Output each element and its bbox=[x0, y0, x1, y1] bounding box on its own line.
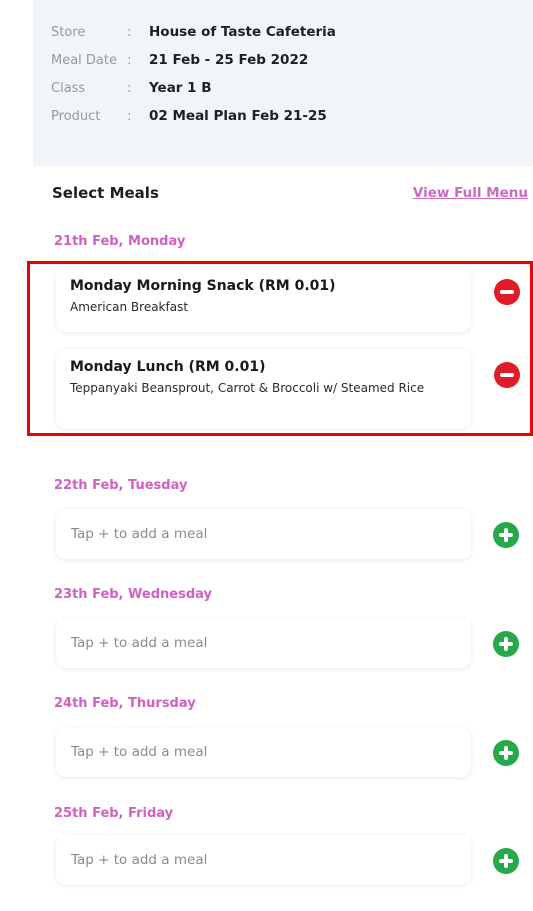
meal-date-row: Meal Date : 21 Feb - 25 Feb 2022 bbox=[51, 49, 308, 71]
add-meal-field-tuesday[interactable]: Tap + to add a meal bbox=[56, 509, 471, 559]
meal-date-label: Meal Date bbox=[51, 52, 117, 68]
class-separator: : bbox=[127, 80, 132, 96]
day-label-monday: 21th Feb, Monday bbox=[54, 234, 186, 249]
add-meal-button-wednesday[interactable] bbox=[493, 631, 519, 657]
day-label-tuesday: 22th Feb, Tuesday bbox=[54, 478, 188, 493]
select-meals-title: Select Meals bbox=[52, 184, 159, 202]
view-full-menu-link[interactable]: View Full Menu bbox=[413, 185, 528, 201]
product-value: 02 Meal Plan Feb 21-25 bbox=[149, 108, 327, 124]
day-label-wednesday: 23th Feb, Wednesday bbox=[54, 587, 212, 602]
plus-icon-vertical bbox=[504, 854, 508, 868]
plus-icon-vertical bbox=[504, 528, 508, 542]
class-value: Year 1 B bbox=[149, 80, 212, 96]
meal-date-value: 21 Feb - 25 Feb 2022 bbox=[149, 52, 309, 68]
product-row: Product : 02 Meal Plan Feb 21-25 bbox=[51, 105, 327, 127]
day-label-thursday: 24th Feb, Thursday bbox=[54, 696, 196, 711]
product-label: Product bbox=[51, 108, 101, 124]
store-separator: : bbox=[127, 24, 132, 40]
add-meal-field-wednesday[interactable]: Tap + to add a meal bbox=[56, 618, 471, 668]
add-meal-button-tuesday[interactable] bbox=[493, 522, 519, 548]
meal-date-separator: : bbox=[127, 52, 132, 68]
day-label-friday: 25th Feb, Friday bbox=[54, 806, 174, 821]
plus-icon-vertical bbox=[504, 637, 508, 651]
class-label: Class bbox=[51, 80, 86, 96]
store-row: Store : House of Taste Cafeteria bbox=[51, 21, 336, 43]
add-meal-field-friday[interactable]: Tap + to add a meal bbox=[56, 835, 471, 885]
selection-highlight-box bbox=[27, 261, 533, 436]
add-meal-field-thursday[interactable]: Tap + to add a meal bbox=[56, 727, 471, 777]
add-meal-button-thursday[interactable] bbox=[493, 740, 519, 766]
order-info-card: Store : House of Taste Cafeteria Meal Da… bbox=[33, 0, 533, 166]
product-separator: : bbox=[127, 108, 132, 124]
add-meal-button-friday[interactable] bbox=[493, 848, 519, 874]
class-row: Class : Year 1 B bbox=[51, 77, 212, 99]
plus-icon-vertical bbox=[504, 746, 508, 760]
store-value: House of Taste Cafeteria bbox=[149, 24, 336, 40]
store-label: Store bbox=[51, 24, 86, 40]
